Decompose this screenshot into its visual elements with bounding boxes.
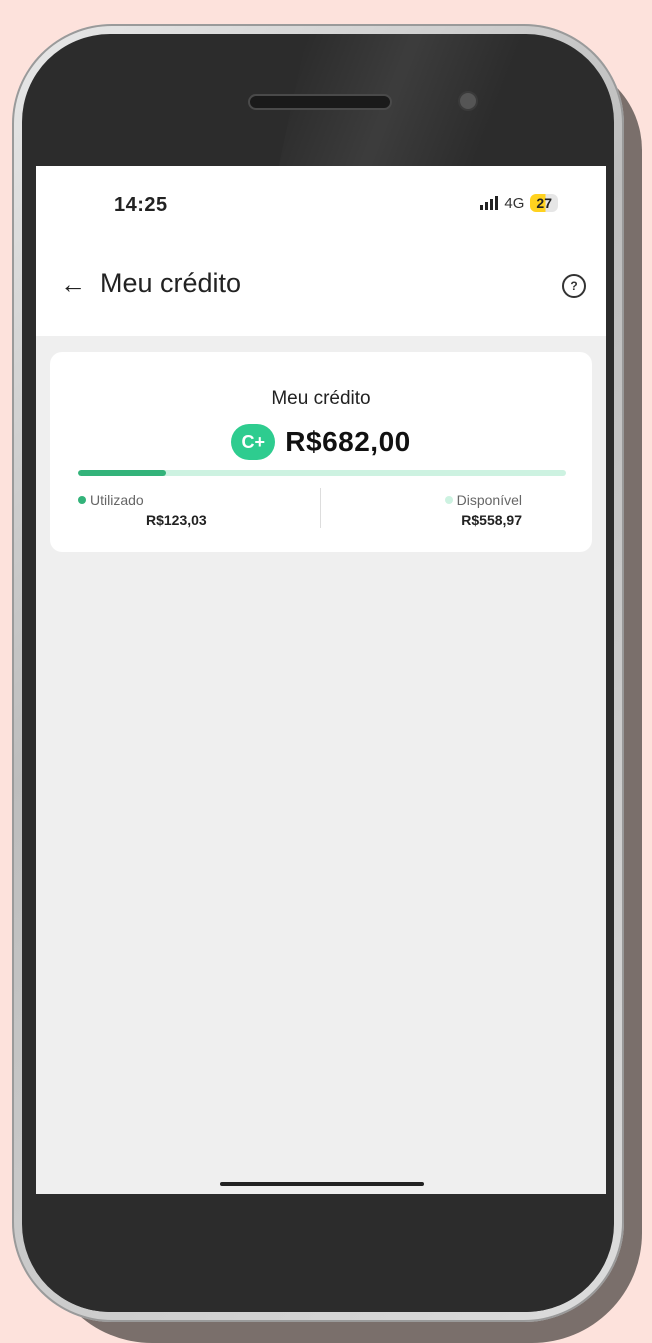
speaker xyxy=(248,94,392,110)
status-indicators: 4G 27 xyxy=(480,194,558,212)
legend-divider xyxy=(320,488,321,528)
credit-plus-icon: C+ xyxy=(231,424,276,460)
used-dot-icon xyxy=(78,496,86,504)
stage: 14:25 4G 27 ← Meu crédito ? Meu crédito … xyxy=(0,0,652,1343)
home-indicator[interactable] xyxy=(220,1182,424,1186)
status-bar: 14:25 4G 27 xyxy=(36,166,606,244)
screen: 14:25 4G 27 ← Meu crédito ? Meu crédito … xyxy=(36,166,606,1194)
available-dot-icon xyxy=(444,496,453,504)
credit-usage-bar xyxy=(78,470,566,476)
front-camera xyxy=(458,91,478,111)
status-time: 14:25 xyxy=(114,194,168,216)
available-value: R$558,97 xyxy=(461,512,522,528)
signal-icon xyxy=(480,196,499,210)
battery-icon: 27 xyxy=(530,194,558,212)
credit-total-row: C+ R$682,00 xyxy=(50,424,592,460)
network-label: 4G xyxy=(504,194,525,212)
phone-body: 14:25 4G 27 ← Meu crédito ? Meu crédito … xyxy=(22,34,614,1312)
help-icon[interactable]: ? xyxy=(562,274,586,298)
credit-card: Meu crédito C+ R$682,00 Utilizado R$123,… xyxy=(50,352,592,552)
back-arrow-icon[interactable]: ← xyxy=(60,270,88,298)
available-label: Disponível xyxy=(456,492,522,508)
credit-usage-fill xyxy=(78,470,166,476)
app-bar: ← Meu crédito ? xyxy=(36,244,606,336)
used-legend: Utilizado R$123,03 xyxy=(78,492,207,528)
credit-total-amount: R$682,00 xyxy=(285,426,411,457)
credit-card-title: Meu crédito xyxy=(271,388,371,409)
page-title: Meu crédito xyxy=(100,268,242,298)
phone-chin xyxy=(36,1194,606,1312)
used-value: R$123,03 xyxy=(146,512,207,528)
available-legend: Disponível R$558,97 xyxy=(444,492,522,528)
used-label: Utilizado xyxy=(90,492,144,508)
